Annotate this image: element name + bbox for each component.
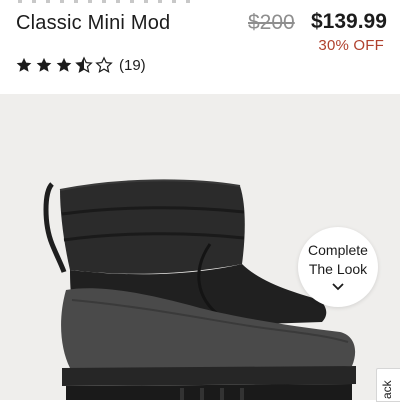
product-title: Classic Mini Mod — [16, 12, 171, 34]
rating[interactable]: (19) — [15, 56, 146, 74]
discount-badge: 30% OFF — [318, 37, 384, 54]
half-star-icon — [75, 56, 93, 74]
truncated-top-text — [18, 0, 198, 3]
empty-star-icon — [95, 56, 113, 74]
complete-look-line2: The Look — [308, 261, 368, 277]
star-icon — [15, 56, 33, 74]
review-count[interactable]: (19) — [119, 57, 146, 74]
complete-the-look-button[interactable]: Complete The Look — [298, 227, 378, 307]
feedback-tab[interactable]: ack — [376, 368, 400, 402]
complete-look-line1: Complete — [308, 242, 368, 258]
star-icon — [35, 56, 53, 74]
feedback-tab-label: ack — [380, 380, 394, 399]
product-image-area[interactable]: Complete The Look — [0, 94, 400, 400]
star-icon — [55, 56, 73, 74]
product-header: Classic Mini Mod $200 $139.99 30% OFF (1… — [0, 0, 400, 94]
original-price: $200 — [248, 11, 295, 34]
sale-price: $139.99 — [311, 10, 387, 33]
chevron-down-icon — [332, 283, 344, 291]
